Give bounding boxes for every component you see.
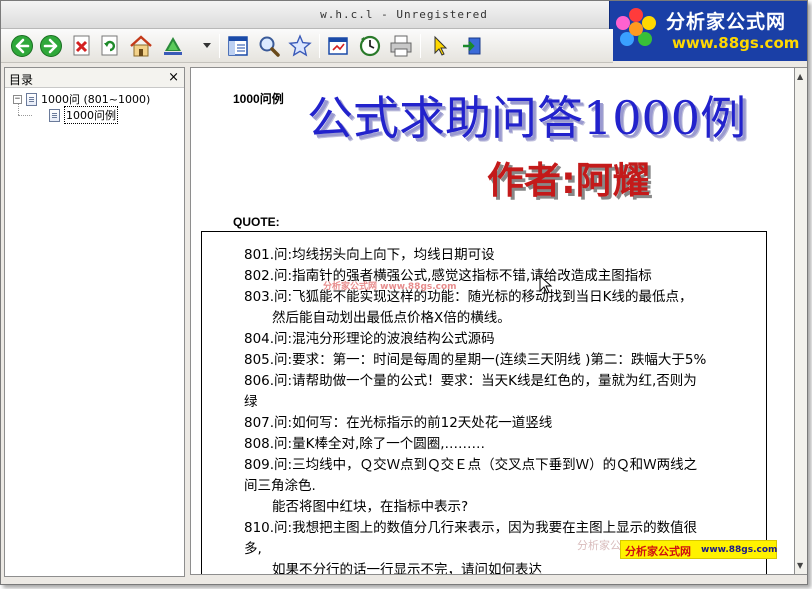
tree-item-child[interactable]: 1000问例	[49, 106, 118, 124]
print-button[interactable]	[388, 33, 414, 59]
contents-pane-icon	[228, 36, 248, 56]
magnifier-icon	[259, 36, 280, 57]
watermark-banner: 分析家公式网 www.88gs.com	[620, 540, 777, 559]
qa-line: 807.问:如何写：在光标指示的前12天处花一道竖线	[244, 415, 553, 431]
tree-view-button[interactable]	[160, 33, 186, 59]
arrow-right-icon	[40, 35, 62, 57]
qa-line: 如果不分行的话一行显示不完，请问如何表达	[272, 562, 542, 575]
tree-item-root[interactable]: − 1000问 (801~1000)	[13, 91, 150, 107]
stop-doc-icon	[73, 35, 90, 56]
document-icon	[26, 92, 37, 106]
mouse-cursor-icon	[539, 275, 553, 294]
qa-line: 能否将图中红块，在指标中表示?	[272, 499, 469, 515]
watermark-text: 分析家公式网 www.88gs.com	[323, 282, 457, 292]
toolbar-separator	[219, 34, 220, 58]
logo-name: 分析家公式网	[666, 11, 787, 33]
site-logo: 分析家公式网 www.88gs.com	[609, 1, 807, 61]
search-button[interactable]	[256, 33, 282, 59]
favorites-button[interactable]	[287, 33, 313, 59]
back-button[interactable]	[9, 33, 35, 59]
qa-line: 806.问:请帮助做一个量的公式！要求：当天K线是红色的，量就为红,否则为	[244, 373, 697, 389]
qa-line: 然后能自动划出最低点价格X倍的横线。	[272, 310, 511, 326]
logo-url: www.88gs.com	[672, 34, 800, 52]
qa-line: 间三角涂色.	[244, 478, 316, 494]
qa-line: 绿	[244, 394, 258, 410]
tree-item-label: 1000问例	[64, 106, 118, 124]
stop-button[interactable]	[69, 33, 95, 59]
close-icon[interactable]: ×	[168, 70, 179, 85]
watermark-name: 分析家公式网	[625, 545, 691, 558]
contents-button[interactable]	[225, 33, 251, 59]
qa-line: 810.问:我想把主图上的数值分几行来表示，因为我要在主图上显示的数值很	[244, 520, 698, 536]
export-button[interactable]	[459, 33, 485, 59]
contents-tree: − 1000问 (801~1000) 1000问例	[5, 88, 184, 576]
scroll-down-icon[interactable]: ▼	[797, 561, 803, 570]
qa-line: 803.问:飞狐能不能实现这样的功能：随光标的移动找到当日K线的最低点，	[244, 289, 693, 305]
cursor-icon	[434, 35, 448, 56]
forward-button[interactable]	[38, 33, 64, 59]
qa-line: 801.问:均线拐头向上向下，均线日期可设	[244, 247, 495, 263]
qa-line: 808.问:量K棒全对,除了一个圆圈,………	[244, 436, 486, 452]
toolbar-separator	[420, 34, 421, 58]
contents-panel-header: 目录 ×	[5, 68, 184, 88]
chevron-down-icon	[203, 43, 211, 48]
tree-view-dropdown[interactable]	[200, 33, 214, 59]
qa-line: 805.问:要求：第一：时间是每周的星期一(连续三天阴线 )第二：跌幅大于5%	[244, 352, 707, 368]
refresh-icon	[101, 35, 118, 56]
document-author: 作者:阿耀	[487, 159, 650, 202]
watermark-faded: 分析家公	[577, 539, 621, 552]
history-button[interactable]	[357, 33, 383, 59]
arrow-left-icon	[11, 35, 33, 57]
toolbar	[1, 29, 613, 63]
qa-line: 多,	[244, 541, 262, 557]
qa-line: 804.问:混沌分形理论的波浪结构公式源码	[244, 331, 495, 347]
pointer-button[interactable]	[427, 33, 453, 59]
document-heading: 1000问例	[233, 92, 284, 106]
toolbar-separator	[319, 34, 320, 58]
scroll-up-icon[interactable]: ▲	[797, 72, 803, 81]
contents-panel-title: 目录	[9, 73, 34, 87]
app-window: w.h.c.l - Unregistered 分析家公式网 www.88gs.c…	[0, 0, 808, 585]
document-view: 1000问例 公式求助问答1000例 作者:阿耀 QUOTE: 801.问:均线…	[190, 67, 795, 575]
vertical-scrollbar[interactable]: ▲ ▼	[795, 67, 807, 575]
fullscreen-button[interactable]	[325, 33, 351, 59]
home-icon	[130, 35, 152, 57]
printer-icon	[390, 35, 412, 57]
contents-panel: 目录 × − 1000问 (801~1000) 1000问例	[4, 67, 185, 577]
window-icon	[328, 37, 348, 55]
qa-line: 809.问:三均线中，Ｑ交Ｗ点到Ｑ交Ｅ点（交叉点下垂到Ｗ）的Ｑ和Ｗ两线之	[244, 457, 698, 473]
document-title: 公式求助问答1000例	[307, 91, 747, 145]
flower-logo-icon	[616, 8, 656, 46]
watermark-url: www.88gs.com	[701, 545, 778, 555]
export-icon	[463, 37, 481, 55]
home-button[interactable]	[128, 33, 154, 59]
document-icon	[49, 108, 60, 122]
refresh-button[interactable]	[97, 33, 123, 59]
tree-icon	[164, 37, 182, 55]
tree-item-label: 1000问 (801~1000)	[41, 93, 151, 106]
tree-connector	[18, 115, 32, 116]
quote-box: 801.问:均线拐头向上向下，均线日期可设 802.问:指南针的强者横强公式,感…	[201, 231, 767, 575]
collapse-icon[interactable]: −	[13, 94, 22, 104]
clock-icon	[359, 35, 381, 57]
star-icon	[288, 34, 312, 57]
quote-label: QUOTE:	[233, 215, 280, 229]
